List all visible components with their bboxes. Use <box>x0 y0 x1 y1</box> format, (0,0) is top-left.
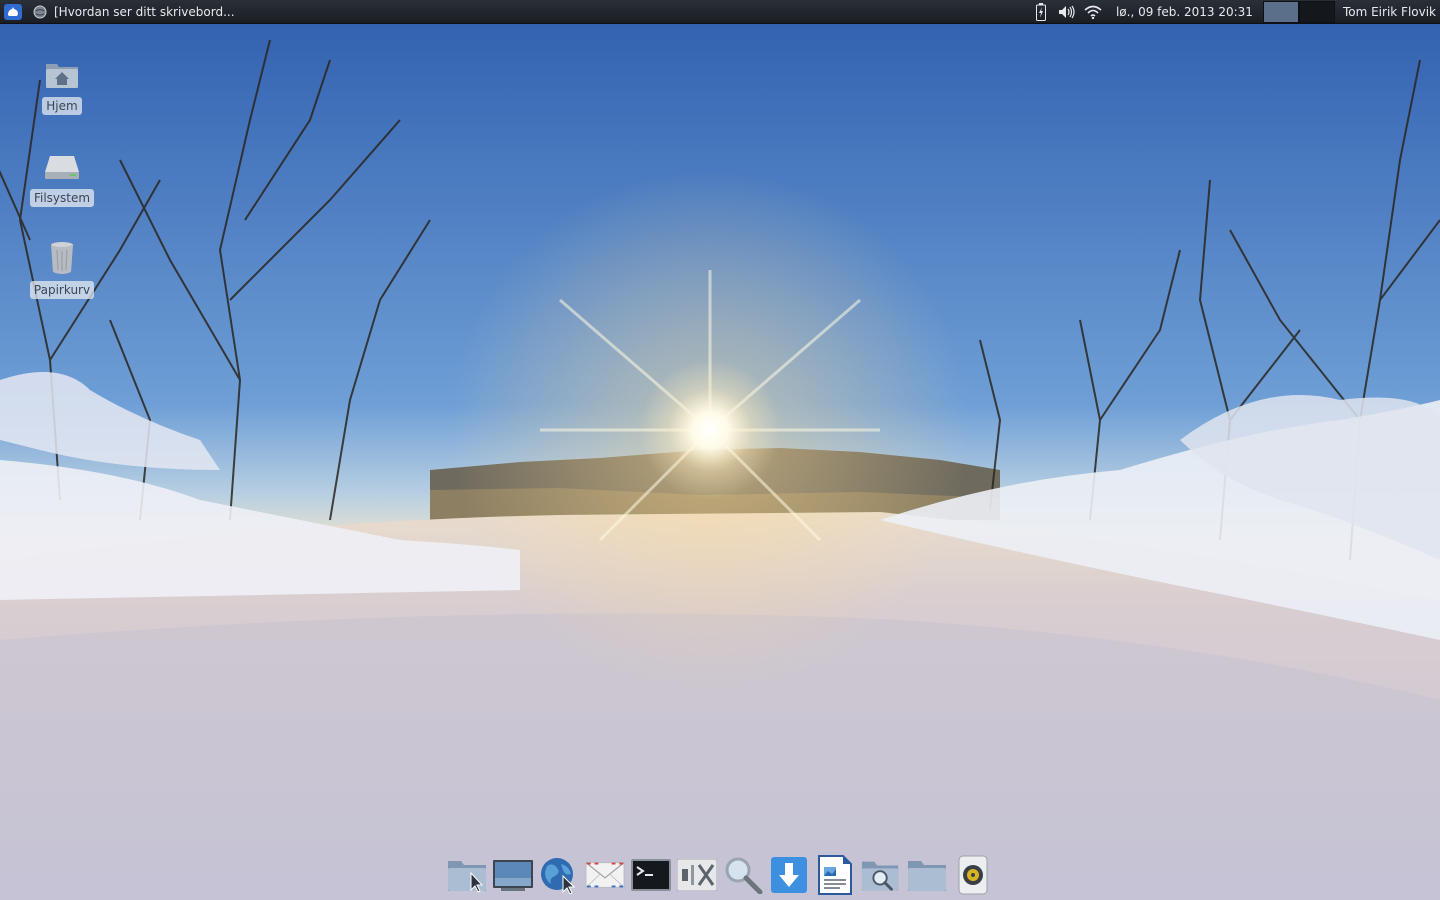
dock-item-terminal[interactable] <box>631 853 671 897</box>
desktop-icon-home[interactable]: Hjem <box>22 54 102 115</box>
battery-icon <box>1035 2 1046 21</box>
dock-item-show-desktop[interactable] <box>493 853 533 897</box>
battery-tray-button[interactable] <box>1028 0 1054 24</box>
trash-icon <box>42 238 82 278</box>
volume-tray-button[interactable] <box>1054 0 1080 24</box>
dock-item-file-search[interactable] <box>861 853 901 897</box>
workspace-1[interactable] <box>1262 0 1299 23</box>
top-panel: [Hvordan ser ditt skrivebord... lø., 09 … <box>0 0 1440 24</box>
user-menu[interactable]: Tom Eirik Flovik <box>1343 5 1436 19</box>
music-player-icon <box>958 855 988 895</box>
dock-item-search[interactable] <box>723 853 763 897</box>
desktop-icon-trash[interactable]: Papirkurv <box>22 238 102 299</box>
dock-item-music-player[interactable] <box>953 853 993 897</box>
folder-icon <box>908 861 946 891</box>
browser-globe-icon <box>33 5 47 18</box>
dock-item-file-manager[interactable] <box>447 853 487 897</box>
desktop-icon-filesystem[interactable]: Filsystem <box>22 146 102 207</box>
applications-menu-button[interactable] <box>1 0 25 24</box>
show-desktop-icon <box>493 860 533 891</box>
document-viewer-icon <box>818 855 852 895</box>
mail-icon <box>585 862 625 888</box>
clock[interactable]: lø., 09 feb. 2013 20:31 <box>1116 5 1253 19</box>
speaker-icon <box>1058 5 1075 18</box>
desktop-wallpaper <box>0 0 1440 900</box>
desktop-icon-label: Filsystem <box>29 189 95 207</box>
search-icon <box>725 857 763 894</box>
workspace-switcher <box>1262 0 1335 23</box>
network-tray-button[interactable] <box>1080 0 1106 24</box>
wifi-icon <box>1084 5 1102 19</box>
download-icon <box>771 857 807 893</box>
dock-item-mail[interactable] <box>585 853 625 897</box>
dock-item-settings[interactable] <box>677 853 717 897</box>
dock-item-download[interactable] <box>769 853 809 897</box>
home-folder-icon <box>42 54 82 94</box>
taskbar-window-button[interactable]: [Hvordan ser ditt skrivebord... <box>33 0 243 24</box>
hard-drive-icon <box>42 146 82 186</box>
desktop-icon-label: Papirkurv <box>29 281 95 299</box>
workspace-2[interactable] <box>1298 0 1335 23</box>
system-tray <box>1028 0 1106 24</box>
settings-icon <box>677 859 717 891</box>
dock <box>430 850 1010 900</box>
file-search-icon <box>861 861 899 891</box>
web-browser-icon <box>541 858 576 894</box>
file-manager-icon <box>448 861 486 893</box>
dock-item-folder[interactable] <box>907 853 947 897</box>
dock-item-document-viewer[interactable] <box>815 853 855 897</box>
terminal-icon <box>631 859 671 891</box>
dock-item-web-browser[interactable] <box>539 853 579 897</box>
desktop-icon-label: Hjem <box>42 97 82 115</box>
window-title: [Hvordan ser ditt skrivebord... <box>54 4 235 19</box>
xfce-mouse-icon <box>4 3 22 20</box>
